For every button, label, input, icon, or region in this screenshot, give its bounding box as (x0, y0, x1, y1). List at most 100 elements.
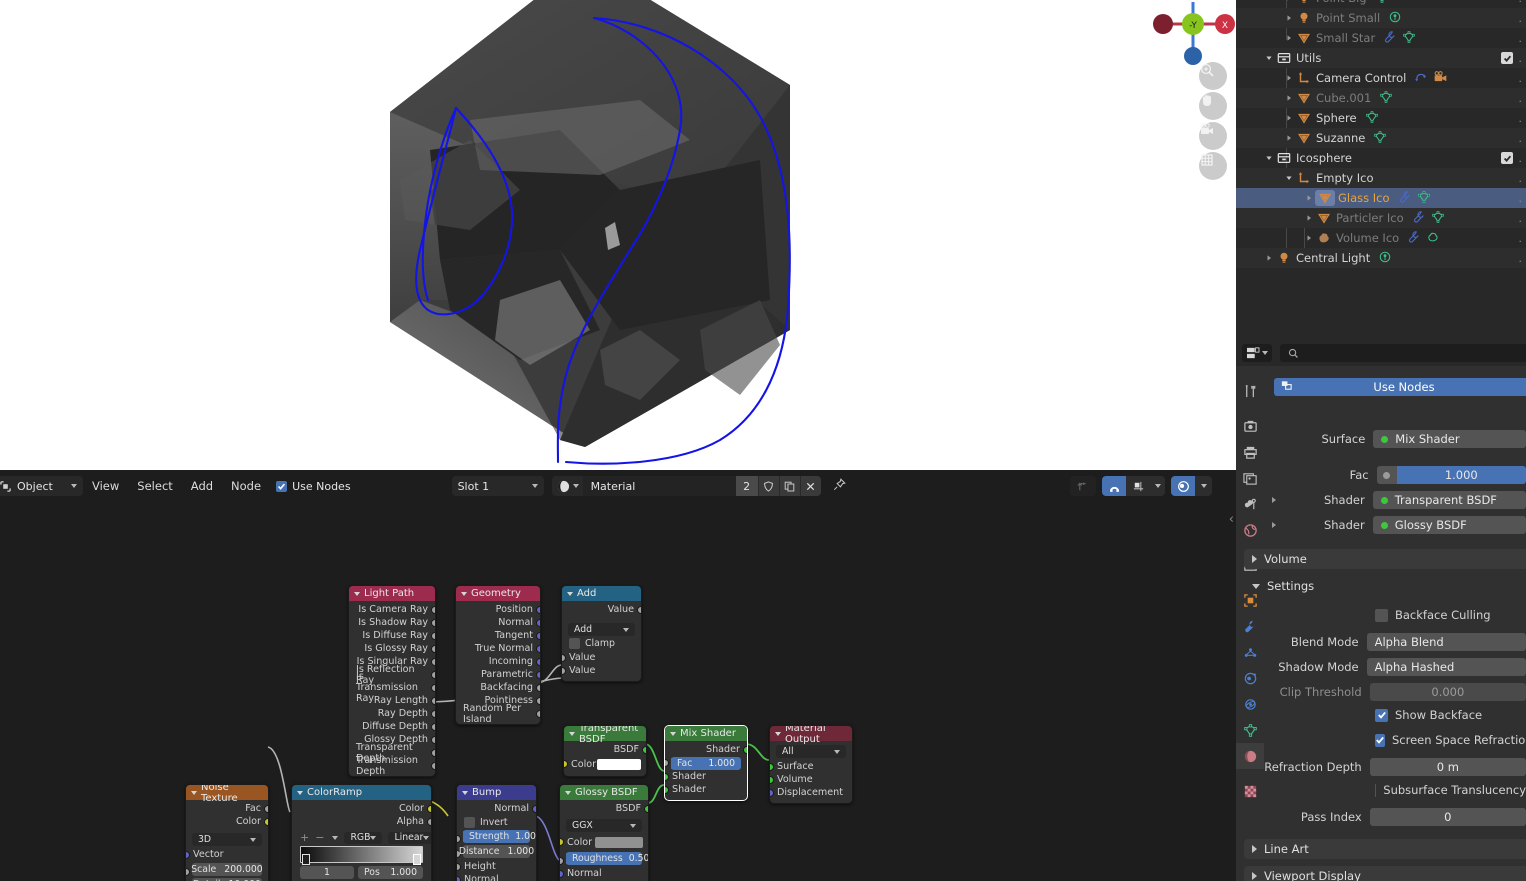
clip-threshold-value[interactable]: 0.000 (1369, 683, 1526, 701)
color-swatch[interactable] (597, 758, 641, 770)
collapse-icon[interactable] (670, 731, 676, 736)
input-socket[interactable] (186, 868, 190, 876)
output-socket[interactable] (431, 748, 435, 757)
mesh-data-icon[interactable] (1417, 190, 1431, 207)
output-socket[interactable] (264, 817, 268, 826)
tab-physics[interactable] (1236, 665, 1264, 691)
snap-grid-icon[interactable] (1126, 476, 1150, 496)
outliner-row[interactable]: Icosphere ․ (1236, 148, 1526, 168)
zoom-icon[interactable] (1199, 62, 1227, 90)
node-header[interactable]: Glossy BSDF (560, 785, 648, 800)
use-nodes-checkbox[interactable] (276, 480, 288, 492)
properties-editor[interactable]: Use Nodes Surface Mix Shader Fac 1.000 S… (1236, 340, 1526, 881)
expand-triangle-icon[interactable] (1282, 94, 1295, 102)
socket-row[interactable]: Shader (665, 783, 747, 796)
socket-row[interactable]: Incoming (456, 655, 540, 668)
input-socket[interactable] (457, 835, 461, 843)
socket-row[interactable]: Volume (770, 773, 852, 786)
color-mode-dropdown[interactable]: RGB (344, 831, 383, 844)
output-socket[interactable] (431, 709, 435, 718)
tab-texture[interactable] (1236, 778, 1264, 804)
output-socket[interactable] (532, 804, 536, 813)
output-socket[interactable] (536, 605, 540, 614)
menu-select[interactable]: Select (128, 476, 181, 496)
outliner-row[interactable]: Cube.001 ․ (1236, 88, 1526, 108)
expand-triangle-icon[interactable] (1282, 74, 1295, 82)
fake-user-shield-icon[interactable] (757, 476, 779, 496)
navigation-gizmo[interactable]: -Y X (1141, 2, 1235, 65)
collapse-icon[interactable] (567, 591, 573, 596)
fac-control[interactable]: 1.000 (1376, 466, 1526, 484)
colorramp-stop-right[interactable] (413, 854, 421, 865)
filter-dots-icon[interactable]: ․ (1518, 0, 1522, 5)
collapse-icon[interactable] (462, 790, 468, 795)
filter-dots-icon[interactable]: ․ (1518, 172, 1522, 185)
output-socket[interactable] (743, 745, 747, 754)
snap-parent-icon[interactable] (1070, 476, 1096, 496)
filter-dots-icon[interactable]: ․ (1518, 132, 1522, 145)
surface-value[interactable]: Mix Shader (1373, 430, 1526, 448)
snap-dropdown[interactable] (1150, 476, 1165, 496)
mesh-data-icon[interactable] (1402, 30, 1416, 47)
roughness-slider[interactable]: Roughness0.500 (566, 852, 648, 865)
editor-mode-dropdown[interactable]: Object (0, 476, 83, 496)
output-socket[interactable] (431, 670, 435, 679)
socket-row[interactable]: Shader (665, 770, 747, 783)
input-socket[interactable] (665, 759, 669, 767)
output-socket[interactable] (642, 745, 646, 754)
socket-row[interactable]: Color (564, 756, 646, 772)
socket-row[interactable]: True Normal (456, 642, 540, 655)
light-data-icon[interactable] (1378, 250, 1392, 267)
tab-particles[interactable] (1236, 639, 1264, 665)
node-header[interactable]: Bump (457, 785, 536, 800)
outliner-row[interactable]: Suzanne ․ (1236, 128, 1526, 148)
output-socket[interactable] (536, 709, 540, 718)
node-glossy-bsdf[interactable]: Glossy BSDF BSDF GGX Color Roughness 0.50… (559, 784, 649, 881)
outliner[interactable]: Point Big․Point Small․Small Star․Utils․C… (1236, 0, 1526, 340)
expand-triangle-icon[interactable] (1282, 0, 1295, 2)
tab-tool[interactable] (1236, 378, 1264, 404)
expand-triangle-icon[interactable] (1282, 134, 1295, 142)
screen-space-refraction-checkbox[interactable] (1375, 733, 1385, 747)
subsurface-translucency-row[interactable]: Subsurface Translucency (1264, 783, 1526, 797)
output-socket[interactable] (431, 644, 435, 653)
socket-row[interactable]: Tangent (456, 629, 540, 642)
subsurface-translucency-checkbox[interactable] (1375, 783, 1377, 797)
colorramp-stop-left[interactable] (302, 854, 310, 865)
invert-checkbox-row[interactable]: Invert (464, 817, 529, 828)
output-socket[interactable] (536, 657, 540, 666)
menu-node[interactable]: Node (222, 476, 270, 496)
output-socket[interactable] (536, 644, 540, 653)
input-socket[interactable] (770, 762, 774, 771)
volume-data-icon[interactable] (1426, 230, 1440, 247)
expand-triangle-icon[interactable] (1282, 34, 1295, 42)
output-socket[interactable] (427, 804, 431, 813)
proportional-dropdown[interactable] (1195, 476, 1212, 496)
socket-row[interactable]: Normal (456, 616, 540, 629)
node-header[interactable]: Geometry (456, 586, 540, 601)
visibility-checkbox[interactable] (1501, 152, 1514, 164)
output-socket[interactable] (637, 605, 641, 614)
sidebar-toggle-arrow[interactable]: ‹ (1229, 512, 1234, 527)
grid-icon[interactable] (1199, 152, 1227, 180)
modifier-wrench-icon[interactable] (1412, 210, 1426, 227)
outliner-row[interactable]: Sphere ․ (1236, 108, 1526, 128)
socket-row[interactable]: Is Shadow Ray (349, 616, 435, 629)
socket-row[interactable]: Alpha (292, 815, 431, 828)
filter-dots-icon[interactable]: ․ (1518, 92, 1522, 105)
expand-triangle-icon[interactable] (1282, 114, 1295, 122)
field-row[interactable]: Scale 200.000 (186, 863, 268, 876)
node-header[interactable]: Material Output (770, 726, 852, 745)
socket-row[interactable]: Normal (457, 802, 536, 815)
search-input[interactable] (1280, 344, 1526, 362)
modifier-wrench-icon[interactable] (1383, 30, 1397, 47)
input-socket[interactable] (560, 869, 564, 878)
output-socket[interactable] (427, 817, 431, 826)
field-row[interactable]: Strength1.000 (457, 830, 536, 843)
socket-row[interactable]: Surface (770, 760, 852, 773)
socket-row[interactable]: Vector (186, 848, 268, 861)
collapse-icon[interactable] (191, 790, 197, 795)
socket-row[interactable]: Diffuse Depth (349, 720, 435, 733)
output-socket[interactable] (431, 761, 435, 770)
distance-field[interactable]: Distance 1.000 (459, 845, 534, 858)
